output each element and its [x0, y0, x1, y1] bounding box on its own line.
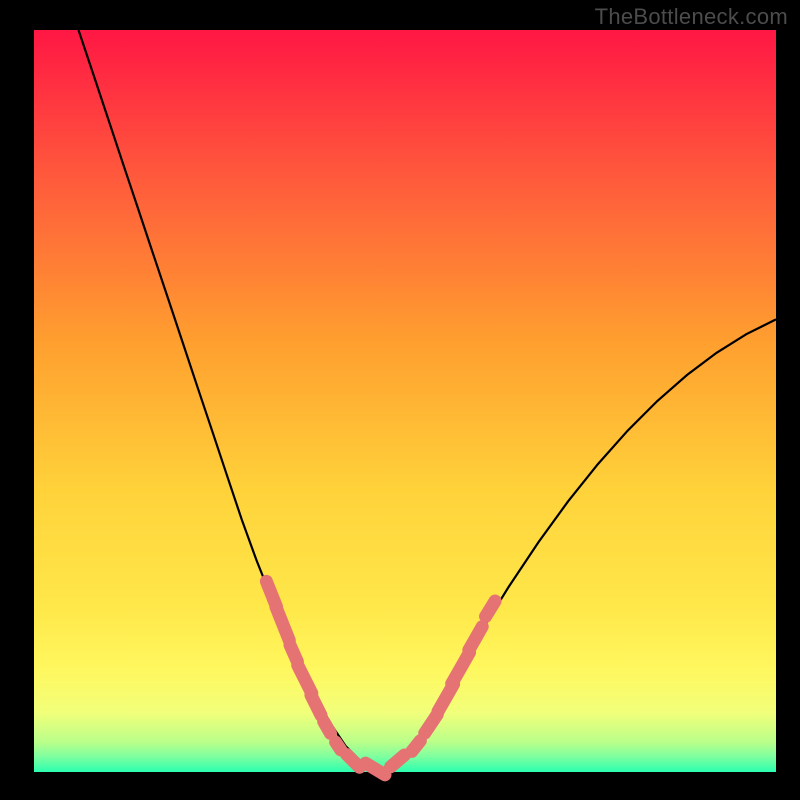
chart-frame: TheBottleneck.com	[0, 0, 800, 800]
plot-area	[34, 30, 776, 772]
bottleneck-chart	[0, 0, 800, 800]
watermark-text: TheBottleneck.com	[595, 4, 788, 30]
